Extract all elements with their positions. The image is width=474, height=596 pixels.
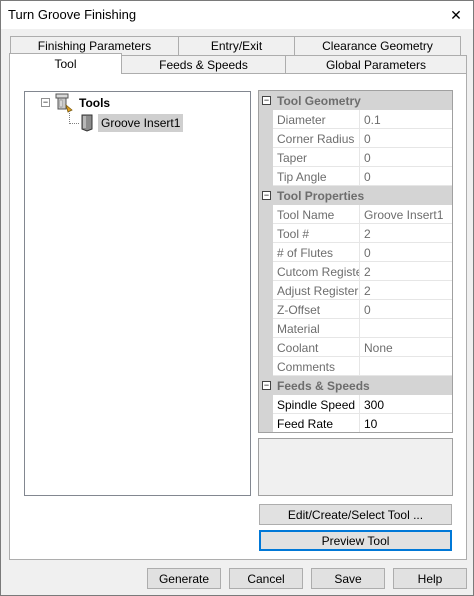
property-name: Coolant bbox=[274, 338, 360, 357]
category-label: Feeds & Speeds bbox=[277, 379, 370, 393]
property-value[interactable]: 2 bbox=[361, 262, 452, 281]
button-label: Save bbox=[334, 571, 362, 586]
property-value[interactable]: Groove Insert1 bbox=[361, 205, 452, 224]
button-label: Generate bbox=[158, 571, 210, 586]
save-button[interactable]: Save bbox=[311, 568, 385, 589]
property-row-tool-name[interactable]: Tool Name Groove Insert1 bbox=[259, 205, 452, 224]
title-bar: Turn Groove Finishing ✕ bbox=[1, 1, 473, 29]
collapse-toggle-icon[interactable]: − bbox=[262, 381, 271, 390]
property-value[interactable]: 0.1 bbox=[361, 110, 452, 129]
button-label: Cancel bbox=[247, 571, 285, 586]
dialog-window: Turn Groove Finishing ✕ Finishing Parame… bbox=[0, 0, 474, 596]
property-name: Adjust Register bbox=[274, 281, 360, 300]
property-value[interactable] bbox=[361, 357, 452, 376]
button-label: Help bbox=[417, 571, 443, 586]
preview-tool-button[interactable]: Preview Tool bbox=[259, 530, 452, 551]
property-name: Tool Name bbox=[274, 205, 360, 224]
tab-label: Feeds & Speeds bbox=[159, 58, 248, 72]
tab-tool[interactable]: Tool bbox=[9, 53, 122, 74]
property-name: Tip Angle bbox=[274, 167, 360, 186]
window-title: Turn Groove Finishing bbox=[8, 7, 137, 22]
tab-label: Tool bbox=[54, 57, 77, 71]
tab-feeds-speeds[interactable]: Feeds & Speeds bbox=[121, 55, 286, 74]
property-description-box bbox=[258, 438, 453, 496]
cancel-button[interactable]: Cancel bbox=[229, 568, 303, 589]
property-name: # of Flutes bbox=[274, 243, 360, 262]
tab-clearance-geometry[interactable]: Clearance Geometry bbox=[294, 36, 461, 55]
property-row-material[interactable]: Material bbox=[259, 319, 452, 338]
property-value[interactable]: 2 bbox=[361, 224, 452, 243]
generate-button[interactable]: Generate bbox=[147, 568, 221, 589]
property-name: Material bbox=[274, 319, 360, 338]
property-row-coolant[interactable]: Coolant None bbox=[259, 338, 452, 357]
property-row-cutcom-register[interactable]: Cutcom Registe 2 bbox=[259, 262, 452, 281]
close-button[interactable]: ✕ bbox=[439, 1, 473, 29]
category-tool-properties[interactable]: − Tool Properties bbox=[259, 186, 452, 205]
property-value[interactable]: 10 bbox=[361, 414, 452, 432]
tool-tree[interactable]: − Tools Groove Insert1 bbox=[24, 91, 251, 496]
property-row-flutes[interactable]: # of Flutes 0 bbox=[259, 243, 452, 262]
property-row-diameter[interactable]: Diameter 0.1 bbox=[259, 110, 452, 129]
property-value[interactable]: None bbox=[361, 338, 452, 357]
property-name: Comments bbox=[274, 357, 360, 376]
tab-label: Entry/Exit bbox=[210, 39, 263, 53]
tree-root-label[interactable]: Tools bbox=[79, 96, 110, 110]
category-tool-geometry[interactable]: − Tool Geometry bbox=[259, 91, 452, 110]
tab-global-parameters[interactable]: Global Parameters bbox=[285, 55, 467, 74]
tree-collapse-toggle[interactable]: − bbox=[41, 98, 50, 107]
property-row-corner-radius[interactable]: Corner Radius 0 bbox=[259, 129, 452, 148]
tree-item-groove-insert[interactable]: Groove Insert1 bbox=[98, 114, 184, 132]
property-name: Feed Rate bbox=[274, 414, 360, 432]
property-row-tip-angle[interactable]: Tip Angle 0 bbox=[259, 167, 452, 186]
property-row-comments[interactable]: Comments bbox=[259, 357, 452, 376]
category-label: Tool Geometry bbox=[277, 94, 361, 108]
property-row-z-offset[interactable]: Z-Offset 0 bbox=[259, 300, 452, 319]
tab-label: Global Parameters bbox=[325, 58, 427, 72]
property-value[interactable]: 0 bbox=[361, 243, 452, 262]
property-name: Tool # bbox=[274, 224, 360, 243]
edit-create-select-tool-button[interactable]: Edit/Create/Select Tool ... bbox=[259, 504, 452, 525]
property-row-adjust-register[interactable]: Adjust Register 2 bbox=[259, 281, 452, 300]
property-value[interactable]: 0 bbox=[361, 148, 452, 167]
collapse-toggle-icon[interactable]: − bbox=[262, 191, 271, 200]
tool-tab-panel: − Tools Groove Insert1 − Tool Geometry D… bbox=[9, 73, 467, 560]
close-icon: ✕ bbox=[450, 6, 462, 23]
property-name: Diameter bbox=[274, 110, 360, 129]
property-row-feed-rate[interactable]: Feed Rate 10 bbox=[259, 414, 452, 432]
property-value[interactable]: 300 bbox=[361, 395, 452, 414]
tool-holder-icon bbox=[52, 93, 74, 116]
property-value[interactable]: 2 bbox=[361, 281, 452, 300]
property-row-spindle-speed[interactable]: Spindle Speed 300 bbox=[259, 395, 452, 414]
property-name: Z-Offset bbox=[274, 300, 360, 319]
property-name: Spindle Speed bbox=[274, 395, 360, 414]
button-label: Preview Tool bbox=[321, 533, 390, 548]
button-label: Edit/Create/Select Tool ... bbox=[287, 507, 424, 522]
tab-label: Finishing Parameters bbox=[37, 39, 152, 53]
help-button[interactable]: Help bbox=[393, 568, 467, 589]
property-name: Taper bbox=[274, 148, 360, 167]
property-value[interactable]: 0 bbox=[361, 300, 452, 319]
property-value[interactable]: 0 bbox=[361, 167, 452, 186]
collapse-toggle-icon[interactable]: − bbox=[262, 96, 271, 105]
category-label: Tool Properties bbox=[277, 189, 365, 203]
tab-entry-exit[interactable]: Entry/Exit bbox=[178, 36, 295, 55]
category-feeds-speeds[interactable]: − Feeds & Speeds bbox=[259, 376, 452, 395]
property-value[interactable] bbox=[361, 319, 452, 338]
tool-property-grid[interactable]: − Tool Geometry Diameter 0.1 Corner Radi… bbox=[258, 90, 453, 433]
property-name: Cutcom Registe bbox=[274, 262, 360, 281]
groove-insert-icon bbox=[80, 114, 94, 135]
property-row-taper[interactable]: Taper 0 bbox=[259, 148, 452, 167]
property-value[interactable]: 0 bbox=[361, 129, 452, 148]
property-row-tool-number[interactable]: Tool # 2 bbox=[259, 224, 452, 243]
tab-label: Clearance Geometry bbox=[322, 39, 433, 53]
property-name: Corner Radius bbox=[274, 129, 360, 148]
